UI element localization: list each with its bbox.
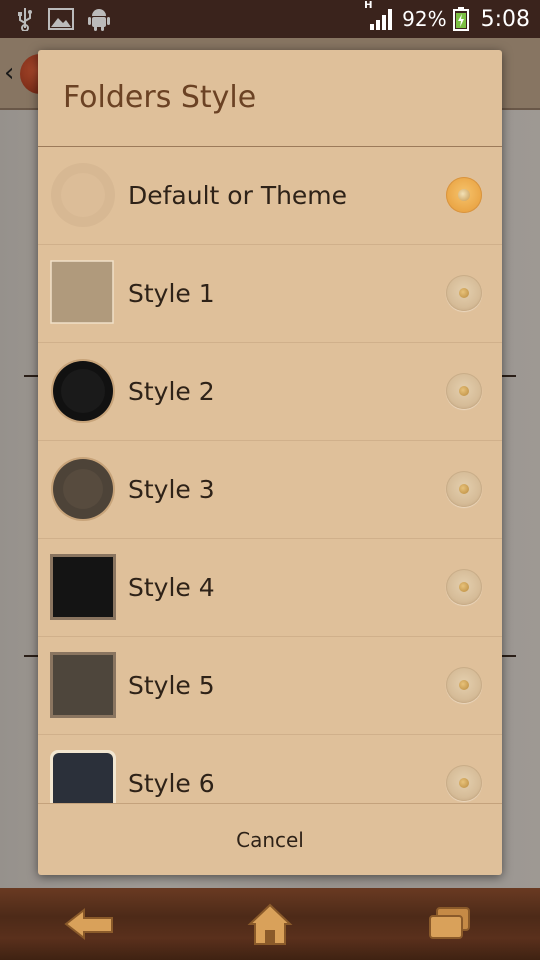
dialog-title: Folders Style xyxy=(38,50,502,147)
option-style-3[interactable]: Style 3 xyxy=(38,441,502,539)
option-style-4[interactable]: Style 4 xyxy=(38,539,502,637)
option-label: Style 4 xyxy=(128,573,215,602)
option-style-2[interactable]: Style 2 xyxy=(38,343,502,441)
radio-button[interactable] xyxy=(446,471,482,507)
option-label: Default or Theme xyxy=(128,181,348,210)
option-label: Style 3 xyxy=(128,475,215,504)
android-icon xyxy=(88,7,110,31)
option-style-6[interactable]: Style 6 xyxy=(38,735,502,803)
option-label: Style 1 xyxy=(128,279,215,308)
thumbnail-brown-square xyxy=(50,652,116,718)
thumbnail-black-circle xyxy=(50,358,116,424)
cancel-button[interactable]: Cancel xyxy=(236,828,304,852)
signal-icon: H xyxy=(364,0,396,30)
radio-button[interactable] xyxy=(446,765,482,801)
style-options-list[interactable]: Default or Theme Style 1 Style 2 Style 3 xyxy=(38,147,502,803)
thumbnail-brown-circle xyxy=(50,456,116,522)
option-style-1[interactable]: Style 1 xyxy=(38,245,502,343)
radio-button[interactable] xyxy=(446,667,482,703)
option-label: Style 6 xyxy=(128,769,215,798)
radio-button[interactable] xyxy=(446,373,482,409)
usb-icon xyxy=(16,7,34,31)
recent-apps-icon[interactable] xyxy=(420,899,480,949)
navigation-bar xyxy=(0,888,540,960)
option-label: Style 2 xyxy=(128,377,215,406)
option-label: Style 5 xyxy=(128,671,215,700)
battery-charging-icon xyxy=(452,7,469,31)
thumbnail-black-square xyxy=(50,554,116,620)
battery-percent: 92% xyxy=(402,7,447,31)
thumbnail-faded-circle xyxy=(50,162,116,228)
radio-button[interactable] xyxy=(446,569,482,605)
status-bar: H 92% 5:08 xyxy=(0,0,540,38)
folders-style-dialog: Folders Style Default or Theme Style 1 S… xyxy=(38,50,502,875)
radio-button[interactable] xyxy=(446,275,482,311)
home-icon[interactable] xyxy=(240,899,300,949)
dialog-footer: Cancel xyxy=(38,803,502,875)
network-type-label: H xyxy=(364,0,373,11)
image-icon xyxy=(48,8,74,30)
thumbnail-tan-square xyxy=(50,260,116,326)
thumbnail-denim-square xyxy=(50,750,116,803)
option-style-5[interactable]: Style 5 xyxy=(38,637,502,735)
clock: 5:08 xyxy=(480,6,530,32)
radio-button-selected[interactable] xyxy=(446,177,482,213)
back-icon[interactable] xyxy=(60,899,120,949)
option-default-or-theme[interactable]: Default or Theme xyxy=(38,147,502,245)
